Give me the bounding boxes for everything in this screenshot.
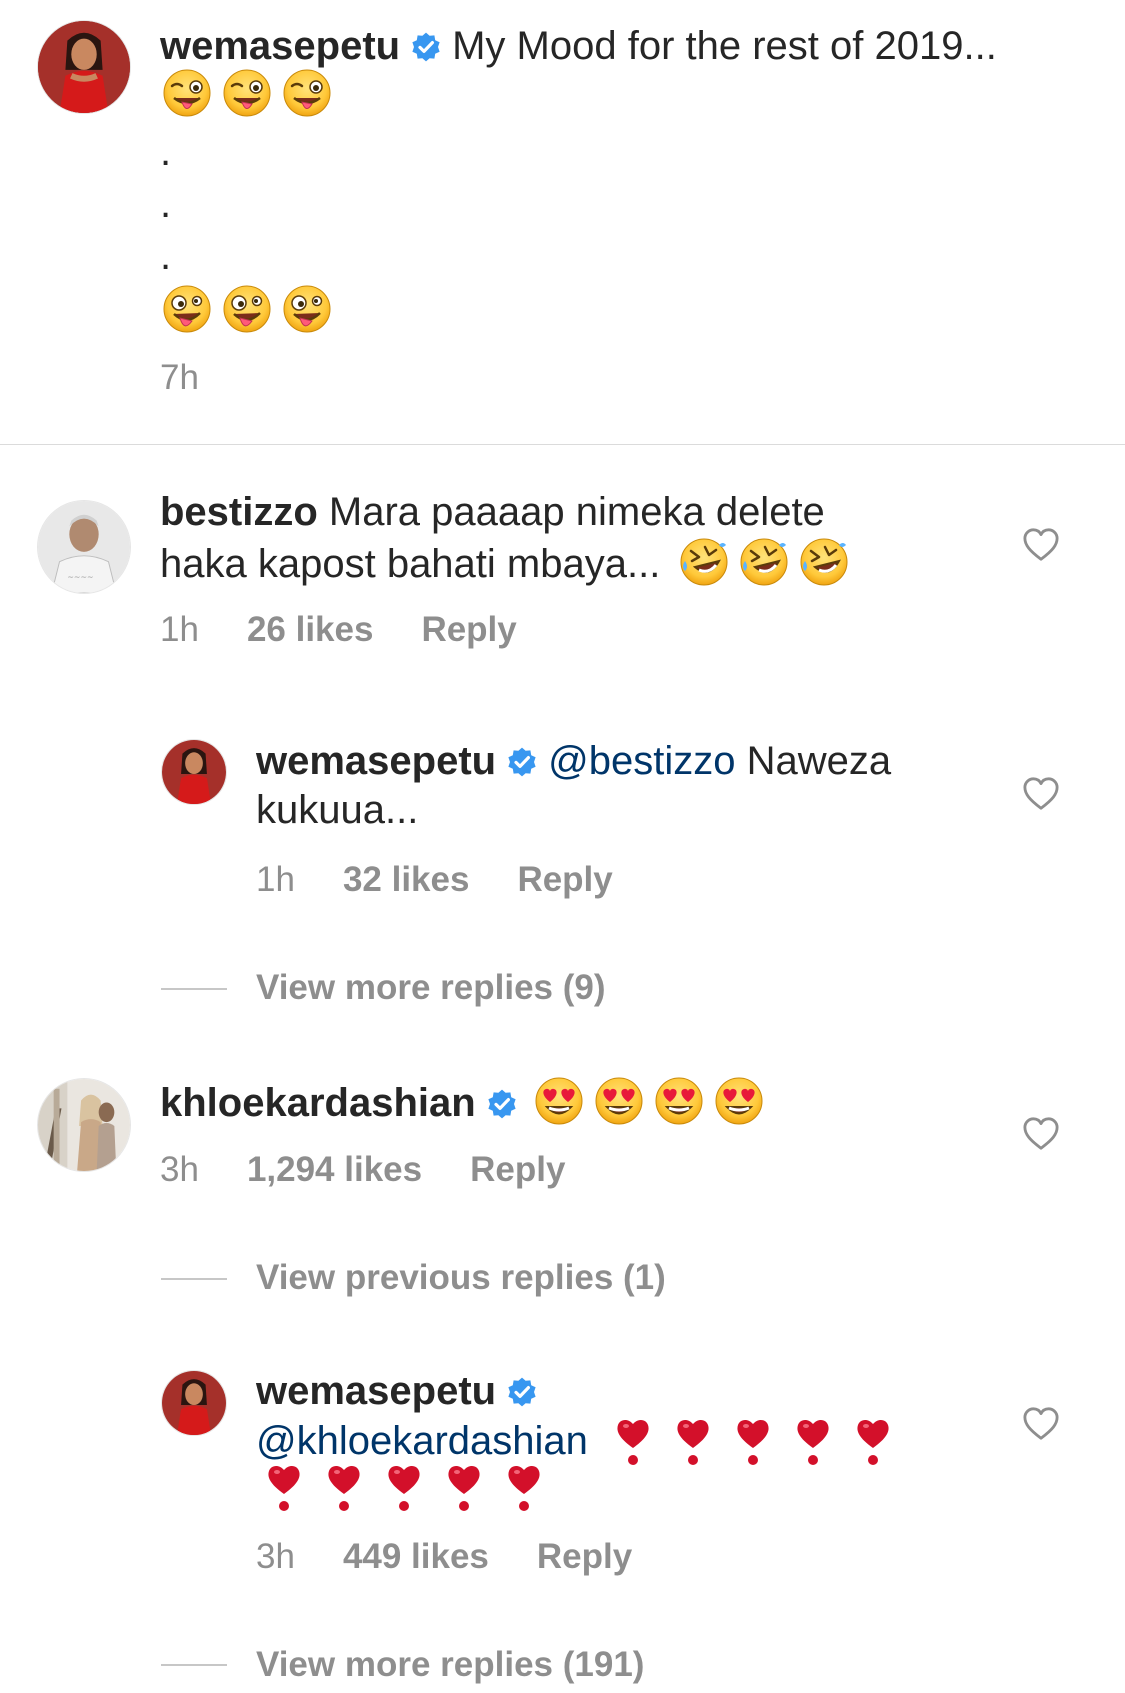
caption-body: My Mood for the rest of 2019... <box>452 24 997 68</box>
caption-username[interactable]: wemasepetu <box>160 24 400 68</box>
rolling-laughing-emoji-icon <box>799 537 849 587</box>
zany-face-emoji-icon <box>282 284 332 334</box>
comment-text-khloekardashian: khloekardashian <box>160 1076 980 1128</box>
comment-text-bestizzo: bestizzo Mara paaaap nimeka delete haka … <box>160 488 1020 589</box>
comment-reply-button[interactable]: Reply <box>421 610 516 649</box>
caption-avatar[interactable] <box>37 20 131 114</box>
heart-exclamation-emoji-icon <box>326 1462 362 1514</box>
comment-time: 1h <box>160 610 199 649</box>
caption-emoji-row-1 <box>162 68 342 118</box>
verified-badge-icon <box>486 1088 518 1120</box>
reply-text-wemasepetu-2: wemasepetu @khloekardashian <box>256 1367 976 1468</box>
comment-body-line2: haka kapost bahati mbaya... <box>160 542 661 586</box>
comment-body-line1: Mara paaaap nimeka delete <box>328 490 825 534</box>
view-replies-line <box>161 1278 227 1280</box>
comment-reply-button[interactable]: Reply <box>470 1150 565 1189</box>
zany-face-emoji-icon <box>222 284 272 334</box>
winking-tongue-emoji-icon <box>162 68 212 118</box>
heart-exclamation-emoji-icon <box>855 1416 891 1468</box>
caption-dot-2: . <box>160 182 172 226</box>
verified-badge-icon <box>410 31 442 63</box>
verified-badge-icon <box>506 1376 538 1408</box>
comment-meta-bestizzo: 1h 26 likes Reply <box>160 610 517 650</box>
heart-eyes-emoji-icon <box>534 1076 584 1126</box>
view-more-replies-button[interactable]: View more replies (191) <box>256 1645 644 1685</box>
rolling-laughing-emoji-icon <box>739 537 789 587</box>
zany-face-emoji-icon <box>162 284 212 334</box>
comment-likes-button[interactable]: 26 likes <box>247 610 374 649</box>
like-heart-icon[interactable] <box>1022 1116 1060 1152</box>
reply-body-line1: Naweza <box>746 739 892 783</box>
heart-exclamation-emoji-icon <box>506 1462 542 1514</box>
reply-time: 3h <box>256 1537 295 1576</box>
comment-avatar-khloekardashian[interactable] <box>37 1078 131 1172</box>
heart-eyes-emoji-icon <box>714 1076 764 1126</box>
comment-avatar-bestizzo[interactable]: ~~~~ <box>37 500 131 594</box>
view-replies-line <box>161 1664 227 1666</box>
reply-reply-button[interactable]: Reply <box>517 860 612 899</box>
reply-body-line2: kukuua... <box>256 788 419 832</box>
heart-exclamation-emoji-icon <box>615 1416 651 1468</box>
like-heart-icon[interactable] <box>1022 1406 1060 1442</box>
heart-exclamation-emoji-icon <box>446 1462 482 1514</box>
heart-eyes-emoji-icon <box>594 1076 644 1126</box>
caption-dot-3: . <box>160 234 172 278</box>
reply-username[interactable]: wemasepetu <box>256 739 496 783</box>
view-previous-replies-button[interactable]: View previous replies (1) <box>256 1258 666 1298</box>
reply-avatar-wemasepetu[interactable] <box>161 739 227 805</box>
heart-exclamation-emoji-icon <box>795 1416 831 1468</box>
reply-username[interactable]: wemasepetu <box>256 1369 496 1413</box>
heart-exclamation-emoji-icon <box>675 1416 711 1468</box>
caption-timestamp: 7h <box>160 358 199 397</box>
comment-time: 3h <box>160 1150 199 1189</box>
reply-text-wemasepetu-1: wemasepetu @bestizzo Naweza kukuua... <box>256 737 976 835</box>
svg-text:~~~~: ~~~~ <box>67 572 93 581</box>
winking-tongue-emoji-icon <box>222 68 272 118</box>
rolling-laughing-emoji-icon <box>679 537 729 587</box>
comment-username-bestizzo[interactable]: bestizzo <box>160 490 318 534</box>
caption-emoji-row-2 <box>162 284 342 334</box>
reply-time: 1h <box>256 860 295 899</box>
caption-divider <box>0 444 1125 445</box>
heart-exclamation-emoji-icon <box>386 1462 422 1514</box>
winking-tongue-emoji-icon <box>282 68 332 118</box>
reply-likes-button[interactable]: 32 likes <box>343 860 470 899</box>
comment-meta-khloekardashian: 3h 1,294 likes Reply <box>160 1150 565 1190</box>
reply-mention[interactable]: @khloekardashian <box>256 1419 588 1463</box>
reply-avatar-wemasepetu[interactable] <box>161 1370 227 1436</box>
caption-text: wemasepetu My Mood for the rest of 2019..… <box>160 22 1090 71</box>
caption-dot-1: . <box>160 130 172 174</box>
comment-likes-button[interactable]: 1,294 likes <box>247 1150 422 1189</box>
heart-exclamation-row-1 <box>615 1419 915 1463</box>
reply-meta-1: 1h 32 likes Reply <box>256 860 613 900</box>
heart-exclamation-emoji-icon <box>266 1462 302 1514</box>
reply-likes-button[interactable]: 449 likes <box>343 1537 489 1576</box>
heart-eyes-emoji-icon <box>654 1076 704 1126</box>
reply-meta-2: 3h 449 likes Reply <box>256 1537 632 1577</box>
view-replies-line <box>161 988 227 990</box>
verified-badge-icon <box>506 746 538 778</box>
view-more-replies-button[interactable]: View more replies (9) <box>256 968 606 1008</box>
like-heart-icon[interactable] <box>1022 776 1060 812</box>
reply-reply-button[interactable]: Reply <box>537 1537 632 1576</box>
comment-username-khloekardashian[interactable]: khloekardashian <box>160 1081 476 1125</box>
reply-mention[interactable]: @bestizzo <box>548 739 735 783</box>
like-heart-icon[interactable] <box>1022 527 1060 563</box>
heart-exclamation-emoji-icon <box>735 1416 771 1468</box>
heart-exclamation-row-2 <box>266 1462 566 1514</box>
